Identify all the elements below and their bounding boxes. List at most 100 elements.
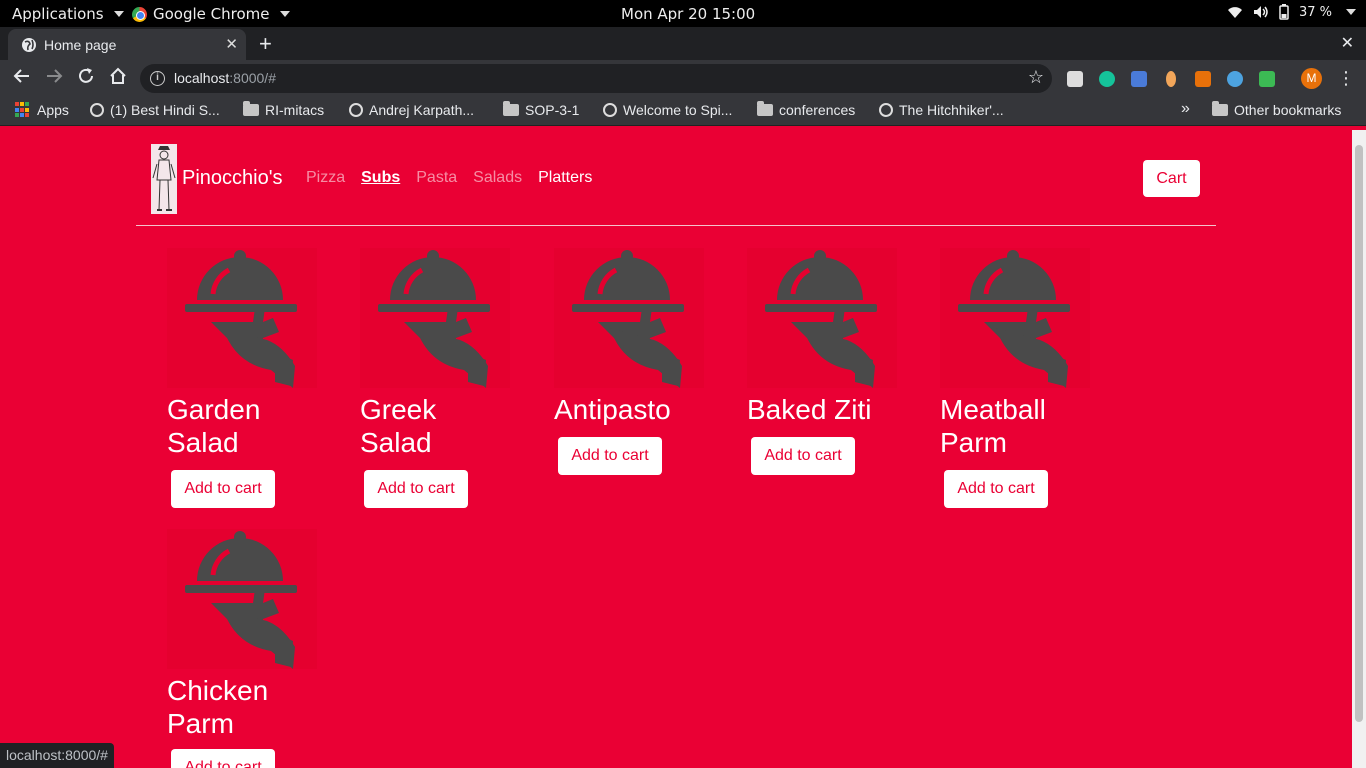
url-host: localhost: [174, 70, 230, 86]
cloche-icon: [167, 248, 317, 388]
translate-icon[interactable]: [1131, 71, 1147, 87]
tab-title: Home page: [44, 37, 117, 53]
bookmark-label: The Hitchhiker'...: [899, 102, 1004, 118]
info-icon[interactable]: i: [150, 71, 165, 86]
other-bookmarks-label: Other bookmarks: [1234, 102, 1342, 118]
cloche-icon: [940, 248, 1090, 388]
globe-icon: [349, 103, 363, 117]
scrollbar-thumb[interactable]: [1355, 145, 1363, 722]
menu-item-name: Garden Salad: [167, 394, 261, 458]
bookmarks-bar: Apps (1) Best Hindi S... RI-mitacs Andre…: [0, 96, 1366, 126]
globe-icon: [22, 38, 36, 52]
home-button[interactable]: [107, 67, 129, 89]
address-bar[interactable]: i localhost:8000/# ☆: [140, 64, 1052, 93]
folder-icon: [757, 101, 773, 116]
status-bubble: localhost:8000/#: [0, 743, 114, 768]
menu-item-name: Meatball Parm: [940, 394, 1046, 458]
battery-icon: [1279, 4, 1289, 20]
chevron-down-icon: [279, 11, 290, 17]
bookmark-item[interactable]: (1) Best Hindi S...: [90, 102, 220, 118]
forward-arrow-icon: [47, 69, 63, 83]
extension-icon-4[interactable]: [1166, 71, 1176, 87]
add-to-cart-button[interactable]: Add to cart: [944, 470, 1048, 508]
bookmark-label: Andrej Karpath...: [369, 102, 475, 118]
openai-icon: [603, 103, 617, 117]
menu-item-name: Baked Ziti: [747, 394, 872, 425]
clock[interactable]: Mon Apr 20 15:00: [621, 5, 755, 23]
folder-icon: [243, 101, 259, 116]
bookmark-item[interactable]: The Hitchhiker'...: [879, 102, 1004, 118]
pinocchio-logo[interactable]: [151, 144, 177, 214]
bookmark-apps[interactable]: Apps: [15, 102, 69, 118]
add-to-cart-button[interactable]: Add to cart: [171, 749, 275, 768]
bookmark-item[interactable]: Welcome to Spi...: [603, 102, 732, 118]
reload-button[interactable]: [75, 67, 97, 89]
globe-icon: [90, 103, 104, 117]
bookmark-folder[interactable]: conferences: [757, 101, 856, 118]
bookmark-label: (1) Best Hindi S...: [110, 102, 220, 118]
tab-home-page[interactable]: Home page ✕: [8, 29, 246, 60]
back-arrow-icon: [13, 69, 29, 83]
nav-salads[interactable]: Salads: [473, 169, 522, 187]
battery-percent: 37 %: [1298, 4, 1332, 20]
system-top-bar: Applications Google Chrome Mon Apr 20 15…: [0, 0, 1366, 27]
site-navbar: Pinocchio's Pizza Subs Pasta Salads Plat…: [136, 130, 1216, 226]
page-scrollbar[interactable]: [1352, 130, 1366, 768]
menu-item-name: Antipasto: [554, 394, 671, 425]
reload-icon: [79, 68, 93, 83]
window-close-button[interactable]: ✕: [1341, 33, 1354, 53]
extension-icon-5[interactable]: [1195, 71, 1211, 87]
bookmark-label: Apps: [37, 102, 69, 118]
kebab-menu-icon[interactable]: ⋮: [1337, 68, 1355, 89]
applications-menu[interactable]: Applications: [12, 5, 124, 23]
add-to-cart-button[interactable]: Add to cart: [751, 437, 855, 475]
close-icon[interactable]: ✕: [225, 35, 238, 53]
new-tab-button[interactable]: +: [259, 33, 272, 55]
nav-pasta[interactable]: Pasta: [416, 169, 457, 187]
extension-icon-6[interactable]: [1227, 71, 1243, 87]
bookmark-folder[interactable]: SOP-3-1: [503, 101, 580, 118]
back-button[interactable]: [11, 67, 33, 89]
bookmarks-overflow-button[interactable]: »: [1181, 100, 1190, 118]
app-menu-label: Google Chrome: [153, 5, 270, 23]
url-path: :8000/#: [229, 70, 276, 86]
app-menu-chrome[interactable]: Google Chrome: [132, 5, 290, 23]
cloche-icon: [167, 529, 317, 669]
add-to-cart-button[interactable]: Add to cart: [364, 470, 468, 508]
wifi-icon: [1227, 7, 1242, 18]
bookmark-item[interactable]: Andrej Karpath...: [349, 102, 474, 118]
chevron-down-icon: [1346, 9, 1356, 15]
site-brand[interactable]: Pinocchio's: [182, 167, 283, 190]
system-tray[interactable]: 37 %: [1227, 4, 1356, 20]
chrome-icon: [132, 6, 147, 22]
nav-platters[interactable]: Platters: [538, 169, 592, 187]
home-icon: [110, 67, 126, 84]
folder-icon: [1212, 101, 1228, 116]
cloche-icon: [360, 248, 510, 388]
url-text: localhost:8000/#: [174, 70, 276, 86]
menu-item-name: Greek Salad: [360, 394, 437, 458]
cart-button[interactable]: Cart: [1143, 160, 1200, 197]
tab-strip: Home page ✕: [0, 27, 1366, 60]
apps-grid-icon: [15, 102, 31, 118]
grammarly-icon[interactable]: [1099, 71, 1115, 87]
other-bookmarks[interactable]: Other bookmarks: [1212, 101, 1342, 118]
nav-subs[interactable]: Subs: [361, 169, 400, 187]
extension-icon-7[interactable]: [1259, 71, 1275, 87]
bookmark-folder[interactable]: RI-mitacs: [243, 101, 324, 118]
browser-toolbar: i localhost:8000/# ☆: [0, 60, 1366, 96]
forward-button[interactable]: [43, 67, 65, 89]
bookmark-star-icon[interactable]: ☆: [1028, 67, 1044, 88]
nav-pizza[interactable]: Pizza: [306, 169, 345, 187]
volume-icon: [1253, 6, 1268, 18]
chevron-down-icon: [113, 11, 124, 17]
profile-avatar[interactable]: M: [1301, 68, 1322, 89]
add-to-cart-button[interactable]: Add to cart: [558, 437, 662, 475]
bookmark-label: conferences: [779, 102, 856, 118]
add-to-cart-button[interactable]: Add to cart: [171, 470, 275, 508]
folder-icon: [503, 101, 519, 116]
globe-icon: [879, 103, 893, 117]
extension-icon-1[interactable]: [1067, 71, 1083, 87]
cloche-icon: [554, 248, 704, 388]
bookmark-label: SOP-3-1: [525, 102, 580, 118]
